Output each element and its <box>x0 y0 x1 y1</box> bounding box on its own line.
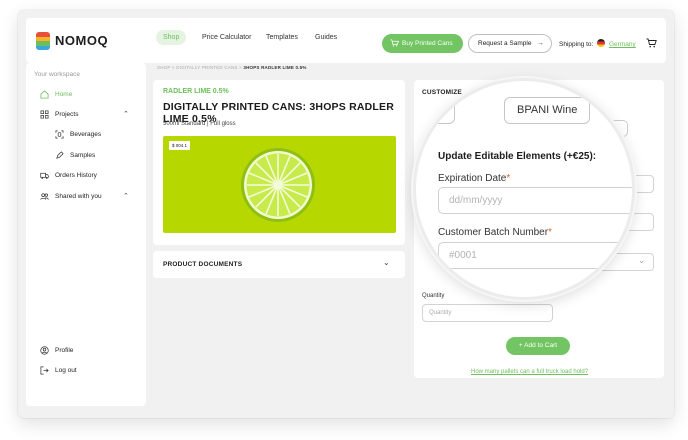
breadcrumb-category[interactable]: DIGITALLY PRINTED CANS <box>176 65 237 70</box>
variant-option-bpani-wine[interactable]: BPANI Wine <box>504 97 591 124</box>
price-tag: $ 004.1 <box>169 141 191 150</box>
expiration-date-label: Expiration Date* <box>438 173 511 184</box>
plus-icon: + <box>518 342 523 349</box>
home-icon <box>40 90 49 99</box>
product-image: $ 004.1 <box>163 136 396 233</box>
magnifier-overlay: I-ANI BPANI Wine Update Editable Element… <box>413 78 635 300</box>
sidebar-item-samples[interactable]: Samples <box>55 151 95 160</box>
sidebar-item-label: Beverages <box>70 131 102 138</box>
buy-label: Buy Printed Cans <box>402 40 453 47</box>
sidebar-item-shared[interactable]: Shared with you <box>40 192 102 201</box>
request-sample-label: Request a Sample <box>478 40 532 47</box>
scan-icon <box>55 130 64 139</box>
sidebar-item-label: Samples <box>70 152 96 159</box>
expiration-date-input[interactable]: dd/mm/yyyy <box>438 187 632 214</box>
sidebar-item-label: Profile <box>55 347 74 354</box>
shipping-label: Shipping to: <box>559 41 594 48</box>
sidebar-item-label: Log out <box>55 367 77 374</box>
germany-flag-icon <box>597 39 606 47</box>
users-icon <box>40 193 49 200</box>
product-spec: 500ml Standard | Full gloss <box>163 121 236 127</box>
chevron-down-icon: ⌄ <box>638 256 645 265</box>
lime-slice-icon <box>241 148 315 222</box>
sidebar: Your workspace Home Projects ⌃ Beverages… <box>26 63 146 406</box>
profile-icon <box>40 346 49 355</box>
batch-number-label: Customer Batch Number* <box>438 227 552 238</box>
nav-price-calculator[interactable]: Price Calculator <box>202 34 251 41</box>
shipping-selector[interactable]: Shipping to: Germany <box>559 39 636 48</box>
editable-elements-heading: Update Editable Elements (+€25): <box>438 151 597 162</box>
brand-name: NOMOQ <box>55 33 109 48</box>
nav-templates[interactable]: Templates <box>266 34 298 41</box>
product-card: RADLER LIME 0.5% DIGITALLY PRINTED CANS:… <box>153 80 405 245</box>
cart-icon <box>390 39 399 47</box>
variant-option-left[interactable]: I-ANI <box>416 97 456 124</box>
logout-icon <box>40 366 49 375</box>
truck-icon <box>40 172 49 179</box>
sidebar-item-profile[interactable]: Profile <box>40 346 73 355</box>
workspace-label: Your workspace <box>34 71 81 78</box>
sidebar-item-label: Orders History <box>55 172 97 179</box>
breadcrumb: SHOP > DIGITALLY PRINTED CANS > 3HOPS RA… <box>157 65 307 70</box>
pen-icon <box>56 151 64 159</box>
breadcrumb-current: 3HOPS RADLER LIME 0.5% <box>243 65 307 70</box>
nav-shop[interactable]: Shop <box>156 30 187 45</box>
shipping-country[interactable]: Germany <box>609 41 636 48</box>
sidebar-item-home[interactable]: Home <box>40 90 72 99</box>
sidebar-item-beverages[interactable]: Beverages <box>55 130 101 139</box>
sidebar-item-logout[interactable]: Log out <box>40 366 77 375</box>
sidebar-item-label: Shared with you <box>55 193 102 200</box>
arrow-right-icon: → <box>537 40 544 47</box>
breadcrumb-shop[interactable]: SHOP <box>157 65 170 70</box>
chevron-up-icon[interactable]: ⌃ <box>123 192 129 200</box>
grid-icon <box>40 110 49 119</box>
top-bar: NOMOQ Shop Price Calculator Templates Gu… <box>26 18 666 63</box>
pallets-faq-link[interactable]: How many pallets can a full truck load h… <box>471 369 588 375</box>
product-subtitle: RADLER LIME 0.5% <box>163 88 229 95</box>
size-label: ize* <box>446 284 463 295</box>
quantity-input[interactable]: Quantity <box>422 304 553 322</box>
sidebar-item-label: Projects <box>55 111 79 118</box>
buy-printed-cans-button[interactable]: Buy Printed Cans <box>382 34 463 53</box>
batch-number-input[interactable]: #0001 <box>438 242 632 269</box>
add-to-cart-button[interactable]: + Add to Cart <box>506 337 570 355</box>
request-sample-button[interactable]: Request a Sample → <box>468 34 552 53</box>
sidebar-item-label: Home <box>55 91 73 98</box>
product-documents-label: PRODUCT DOCUMENTS <box>163 261 243 268</box>
chevron-up-icon[interactable]: ⌃ <box>123 110 129 118</box>
add-to-cart-label: Add to Cart <box>524 342 558 349</box>
cart-icon[interactable] <box>646 38 657 48</box>
product-documents-accordion[interactable]: PRODUCT DOCUMENTS ⌄ <box>153 251 405 278</box>
sidebar-item-orders-history[interactable]: Orders History <box>40 171 97 180</box>
sidebar-item-projects[interactable]: Projects <box>40 110 78 119</box>
nav-guides[interactable]: Guides <box>315 34 337 41</box>
chevron-down-icon: ⌄ <box>383 258 390 267</box>
app-window: NOMOQ Shop Price Calculator Templates Gu… <box>18 10 674 418</box>
nomoq-logo-icon <box>36 32 50 50</box>
